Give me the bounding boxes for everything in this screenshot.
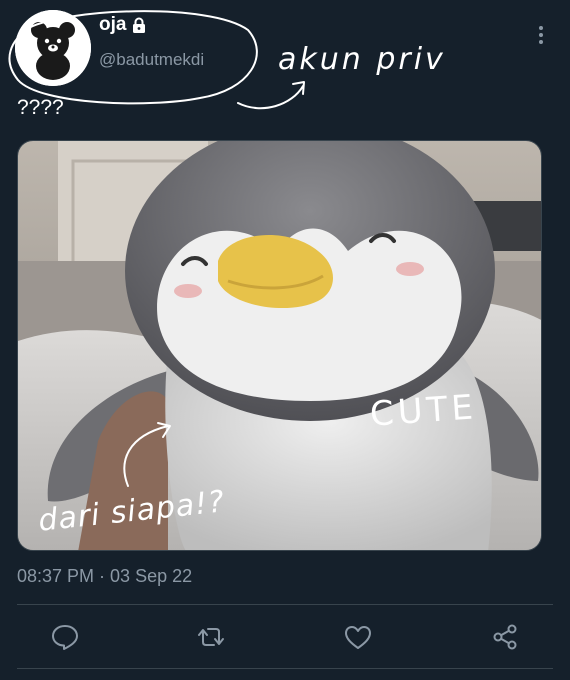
tweet-timestamp[interactable]: 08:37 PM · 03 Sep 22 [17,566,192,587]
author-handle[interactable]: @badutmekdi [99,50,204,70]
author-name-row: oja [99,14,148,36]
author-name[interactable]: oja [99,14,126,36]
lock-icon [133,17,146,33]
tweet-action-bar [0,618,570,658]
annotation-akun-priv: akun priv [278,42,446,77]
share-icon[interactable] [490,622,520,652]
photo-annotation-arrow [123,422,171,487]
arrow-scribble [237,85,304,110]
tweet-text: ???? [17,96,64,119]
retweet-icon[interactable] [196,622,226,652]
photo-annotation-cute: CUTE [368,387,479,435]
divider [17,604,553,605]
avatar[interactable] [15,10,91,86]
more-vertical-icon[interactable] [533,24,549,46]
reply-icon[interactable] [50,622,80,652]
like-icon[interactable] [343,622,373,652]
bear-avatar-image [15,10,91,86]
divider [17,668,553,669]
tweet-photo[interactable]: CUTE dari siapa!? [17,140,542,551]
